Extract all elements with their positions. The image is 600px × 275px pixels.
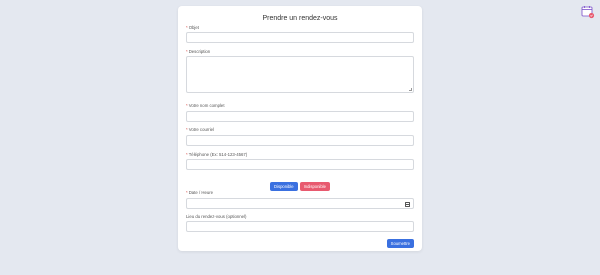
date-input[interactable] bbox=[186, 198, 414, 209]
description-textarea[interactable] bbox=[186, 56, 414, 93]
courriel-label: *Votre courriel bbox=[186, 127, 215, 132]
courriel-input[interactable] bbox=[186, 135, 414, 146]
telephone-label: *Téléphone (Ex: 514-123-4567) bbox=[186, 152, 248, 157]
lieu-input[interactable] bbox=[186, 221, 414, 232]
nom-label: *Votre nom complet bbox=[186, 103, 225, 108]
unavailable-button[interactable]: Indisponible bbox=[299, 182, 330, 191]
objet-input[interactable] bbox=[186, 32, 414, 43]
telephone-input[interactable] bbox=[186, 159, 414, 170]
appointment-form-card: Prendre un rendez-vous *Objet *Descripti… bbox=[178, 6, 422, 251]
nom-input[interactable] bbox=[186, 111, 414, 122]
available-button[interactable]: Disponible bbox=[270, 182, 298, 191]
lieu-label: Lieu du rendez-vous (optionnel) bbox=[186, 214, 247, 219]
resize-handle-icon[interactable] bbox=[409, 88, 412, 91]
objet-label: *Objet bbox=[186, 25, 199, 30]
calendar-icon[interactable] bbox=[405, 201, 410, 207]
submit-button[interactable]: Soumettre bbox=[386, 239, 414, 248]
form-title: Prendre un rendez-vous bbox=[262, 15, 338, 22]
date-label: *Date / Heure bbox=[186, 190, 214, 195]
description-label: *Description bbox=[186, 49, 211, 54]
calendar-edit-icon[interactable] bbox=[581, 5, 595, 19]
